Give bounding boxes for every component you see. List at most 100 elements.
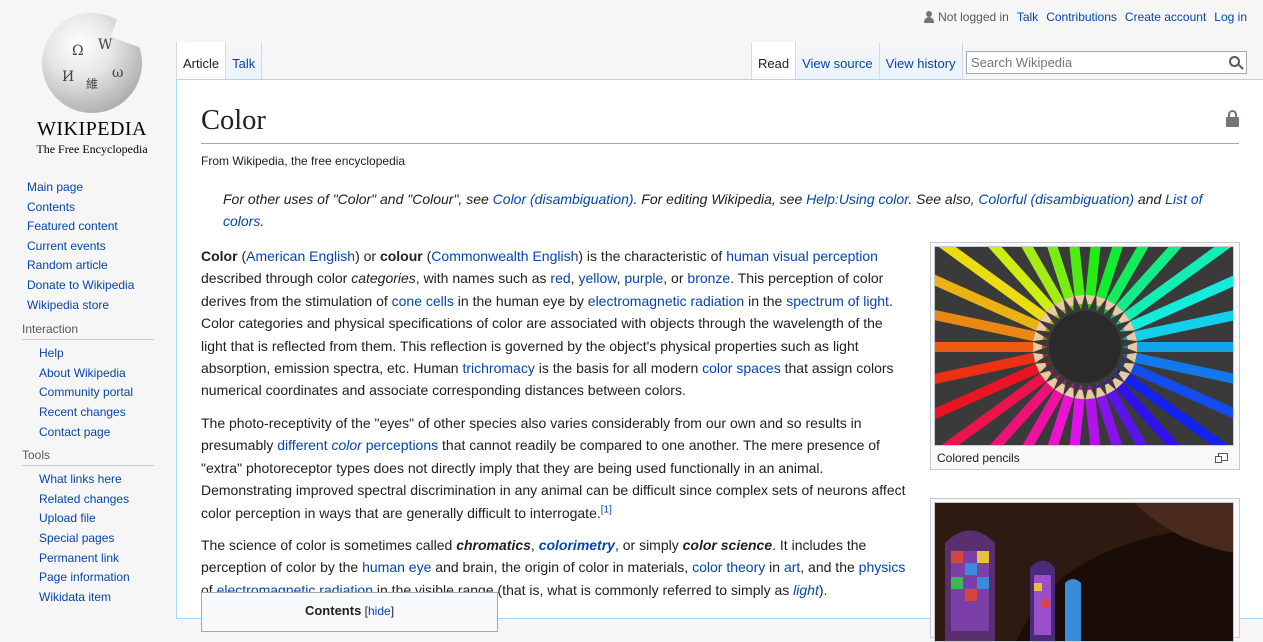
link-human-eye[interactable]: human eye bbox=[362, 559, 431, 575]
link-human-visual-perception[interactable]: human visual perception bbox=[726, 248, 878, 264]
link-text: light bbox=[793, 581, 819, 598]
sidebar-item-recent-changes[interactable]: Recent changes bbox=[39, 405, 126, 419]
tab-talk[interactable]: Talk bbox=[226, 42, 263, 79]
bold-italic-term: chromatics bbox=[456, 536, 531, 553]
toc-hide-toggle: [hide] bbox=[365, 604, 394, 618]
talk-link[interactable]: Talk bbox=[1017, 10, 1038, 24]
text: ). bbox=[818, 581, 828, 598]
tab-view-history[interactable]: View history bbox=[879, 42, 963, 79]
thumbnail-colored-pencils: Colored pencils bbox=[930, 242, 1240, 470]
link-colorimetry[interactable]: colorimetry bbox=[539, 537, 615, 553]
reference-1[interactable]: [1] bbox=[601, 504, 612, 515]
search-input[interactable] bbox=[967, 52, 1217, 73]
sidebar-item-random-article[interactable]: Random article bbox=[27, 258, 108, 272]
sidebar-item-about[interactable]: About Wikipedia bbox=[39, 366, 126, 380]
pencil-shape bbox=[1123, 342, 1233, 352]
link-american-english[interactable]: American English bbox=[246, 248, 355, 264]
thumbnail-mosque-interior bbox=[930, 498, 1240, 642]
text: , bbox=[530, 536, 539, 553]
sidebar-item-what-links-here[interactable]: What links here bbox=[39, 472, 122, 486]
link-red[interactable]: red bbox=[550, 270, 570, 286]
text: in the human eye by bbox=[453, 292, 588, 309]
article-body: Color (American English) or colour (Comm… bbox=[201, 245, 911, 601]
tab-read-label: Read bbox=[758, 56, 790, 71]
view-tabs: Read View source View history bbox=[751, 42, 963, 79]
sidebar-item-permanent-link[interactable]: Permanent link bbox=[39, 551, 119, 565]
text: is the basis for all modern bbox=[534, 360, 703, 377]
sidebar-item-main-page[interactable]: Main page bbox=[27, 180, 83, 194]
contributions-link[interactable]: Contributions bbox=[1046, 10, 1117, 24]
text: , with names such as bbox=[415, 270, 551, 287]
sidebar-item-contents[interactable]: Contents bbox=[27, 200, 75, 214]
user-icon bbox=[924, 11, 935, 23]
tab-article[interactable]: Article bbox=[176, 42, 227, 79]
sidebar-item-related-changes[interactable]: Related changes bbox=[39, 492, 129, 506]
text: ) or bbox=[355, 248, 380, 265]
puzzle-globe-icon: Ω W И 維 ω bbox=[42, 13, 142, 113]
text: ( bbox=[237, 248, 247, 265]
sidebar-item-wikidata-item[interactable]: Wikidata item bbox=[39, 590, 111, 604]
tab-view-source-label: View source bbox=[802, 56, 873, 71]
link-light[interactable]: light bbox=[793, 582, 819, 598]
sidebar-item-upload-file[interactable]: Upload file bbox=[39, 511, 96, 525]
link-purple[interactable]: purple bbox=[624, 270, 663, 286]
caption-text: Colored pencils bbox=[937, 451, 1020, 465]
tab-talk-label: Talk bbox=[232, 56, 256, 71]
paragraph-1: Color (American English) or colour (Comm… bbox=[201, 245, 911, 402]
colored-pencils-image[interactable] bbox=[934, 246, 1234, 446]
tab-article-label: Article bbox=[183, 56, 220, 71]
text: , and the bbox=[800, 559, 859, 576]
link-cone-cells[interactable]: cone cells bbox=[392, 293, 454, 309]
link-spectrum-of-light[interactable]: spectrum of light bbox=[786, 293, 889, 309]
link-color-disambiguation[interactable]: Color (disambiguation) bbox=[493, 191, 634, 207]
sidebar-item-store[interactable]: Wikipedia store bbox=[27, 298, 109, 312]
link-text: colorimetry bbox=[538, 536, 615, 553]
sidebar-item-donate[interactable]: Donate to Wikipedia bbox=[27, 278, 134, 292]
toc-hide-link[interactable]: hide bbox=[368, 604, 391, 618]
tab-read[interactable]: Read bbox=[751, 42, 797, 79]
link-different-color-perceptions[interactable]: different color perceptions bbox=[277, 437, 438, 453]
create-account-link[interactable]: Create account bbox=[1125, 10, 1206, 24]
table-of-contents: Contents [hide] bbox=[201, 592, 498, 632]
link-color-spaces[interactable]: color spaces bbox=[702, 360, 781, 376]
log-in-link[interactable]: Log in bbox=[1214, 10, 1247, 24]
sidebar-item-current-events[interactable]: Current events bbox=[27, 239, 106, 253]
interaction-heading: Interaction bbox=[22, 322, 154, 341]
wordmark: WIKIPEDIA bbox=[36, 118, 148, 140]
link-art[interactable]: art bbox=[784, 559, 800, 575]
magnify-icon[interactable] bbox=[1215, 453, 1228, 463]
text: described through color bbox=[201, 270, 352, 287]
sidebar-item-contact-page[interactable]: Contact page bbox=[39, 425, 110, 439]
link-electromagnetic-radiation[interactable]: electromagnetic radiation bbox=[588, 293, 744, 309]
sidebar: Main page Contents Featured content Curr… bbox=[0, 178, 176, 613]
hatnote: For other uses of "Color" and "Colour", … bbox=[201, 188, 1239, 232]
sidebar-item-community-portal[interactable]: Community portal bbox=[39, 385, 133, 399]
link-color-theory[interactable]: color theory bbox=[692, 559, 765, 575]
link-text: perceptions bbox=[361, 437, 439, 454]
link-yellow[interactable]: yellow bbox=[578, 270, 616, 286]
paragraph-2: The photo-receptivity of the "eyes" of o… bbox=[201, 412, 911, 524]
link-help-using-color[interactable]: Help:Using color bbox=[806, 191, 908, 207]
link-physics[interactable]: physics bbox=[859, 559, 906, 575]
navigation-portal: Main page Contents Featured content Curr… bbox=[0, 178, 176, 316]
interaction-portal: Interaction Help About Wikipedia Communi… bbox=[0, 322, 176, 442]
search-icon[interactable] bbox=[1229, 56, 1240, 67]
search-box bbox=[966, 51, 1247, 74]
sidebar-item-special-pages[interactable]: Special pages bbox=[39, 531, 114, 545]
text: The science of color is sometimes called bbox=[201, 536, 457, 553]
link-commonwealth-english[interactable]: Commonwealth English bbox=[431, 248, 578, 264]
sidebar-item-featured-content[interactable]: Featured content bbox=[27, 219, 118, 233]
link-text-italic: color bbox=[331, 437, 362, 454]
mosque-interior-image[interactable] bbox=[934, 502, 1234, 642]
lock-icon[interactable] bbox=[1226, 110, 1239, 127]
text: in the bbox=[744, 292, 787, 309]
namespace-tabs: Article Talk bbox=[176, 42, 263, 79]
wikipedia-logo[interactable]: Ω W И 維 ω WIKIPEDIA The Free Encyclopedi… bbox=[22, 13, 162, 158]
tab-view-source[interactable]: View source bbox=[796, 42, 880, 79]
hatnote-text: For other uses of "Color" and "Colour", … bbox=[223, 191, 493, 208]
link-colorful-disambiguation[interactable]: Colorful (disambiguation) bbox=[978, 191, 1134, 207]
sidebar-item-page-information[interactable]: Page information bbox=[39, 570, 130, 584]
sidebar-item-help[interactable]: Help bbox=[39, 346, 64, 360]
link-trichromacy[interactable]: trichromacy bbox=[462, 360, 534, 376]
link-bronze[interactable]: bronze bbox=[687, 270, 730, 286]
